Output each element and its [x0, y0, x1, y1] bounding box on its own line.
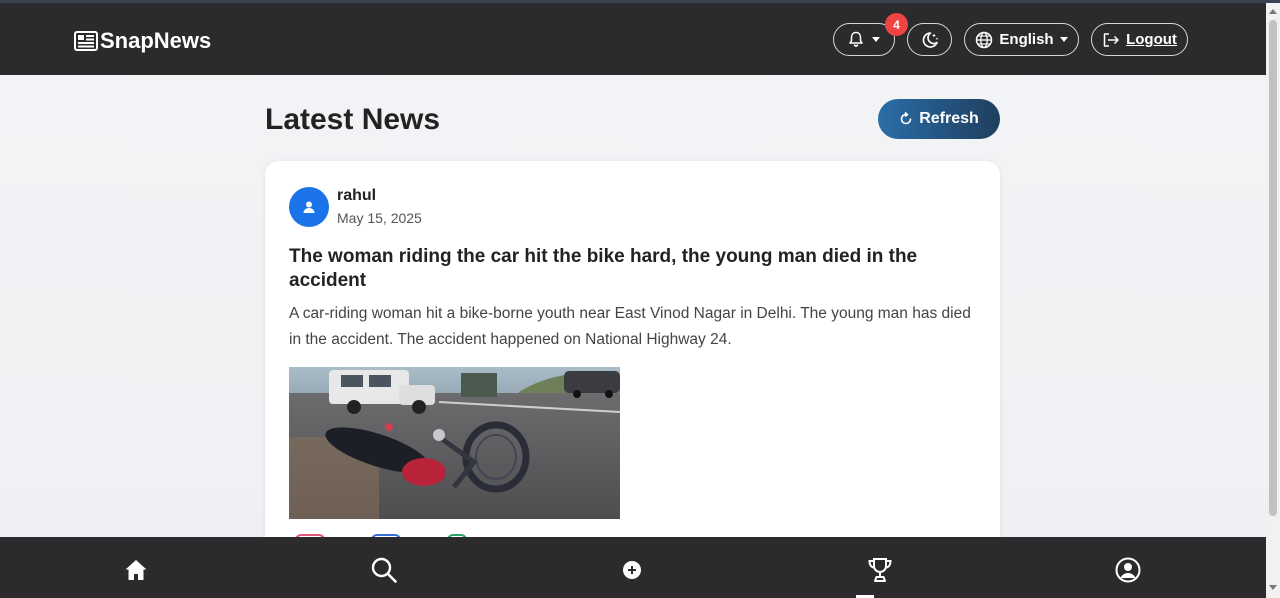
author-avatar[interactable] [289, 187, 329, 227]
search-icon[interactable] [370, 556, 398, 584]
top-navbar: SnapNews 4 English Logout [0, 3, 1266, 75]
home-icon[interactable] [122, 556, 150, 584]
refresh-icon [900, 112, 912, 125]
bell-icon [849, 31, 863, 47]
globe-icon [976, 31, 993, 48]
profile-icon[interactable] [1114, 556, 1142, 584]
news-summary: A car-riding woman hit a bike-borne yout… [289, 305, 971, 348]
page-scrollbar[interactable] [1266, 3, 1280, 598]
chevron-down-icon [1059, 37, 1068, 42]
logout-label: Logout [1126, 31, 1177, 48]
post-date: May 15, 2025 [337, 210, 422, 226]
theme-toggle-button[interactable] [907, 23, 952, 56]
trophy-icon[interactable] [866, 556, 894, 584]
brand-name: SnapNews [100, 28, 212, 53]
bottom-navigation [0, 537, 1266, 598]
news-card: rahul May 15, 2025 The woman riding the … [265, 161, 1000, 561]
brand-logo[interactable]: SnapNews [74, 28, 211, 54]
author-name[interactable]: rahul [337, 187, 376, 205]
logout-button[interactable]: Logout [1091, 23, 1188, 56]
add-icon[interactable] [618, 556, 646, 584]
notification-count-badge: 4 [885, 13, 908, 36]
scroll-down-arrow-icon[interactable] [1269, 585, 1277, 590]
moon-stars-icon [922, 31, 938, 48]
news-image[interactable] [289, 367, 620, 519]
scrollbar-thumb[interactable] [1269, 20, 1277, 516]
logout-icon [1103, 32, 1119, 47]
refresh-label: Refresh [919, 110, 979, 127]
language-label: English [999, 31, 1054, 48]
news-headline[interactable]: The woman riding the car hit the bike ha… [289, 245, 979, 293]
user-icon [303, 201, 315, 213]
chevron-down-icon [872, 37, 880, 42]
refresh-button[interactable]: Refresh [878, 99, 1000, 139]
page-title: Latest News [265, 103, 441, 136]
scroll-up-arrow-icon[interactable] [1269, 9, 1277, 14]
newspaper-icon [74, 31, 98, 51]
language-selector[interactable]: English [964, 23, 1079, 56]
